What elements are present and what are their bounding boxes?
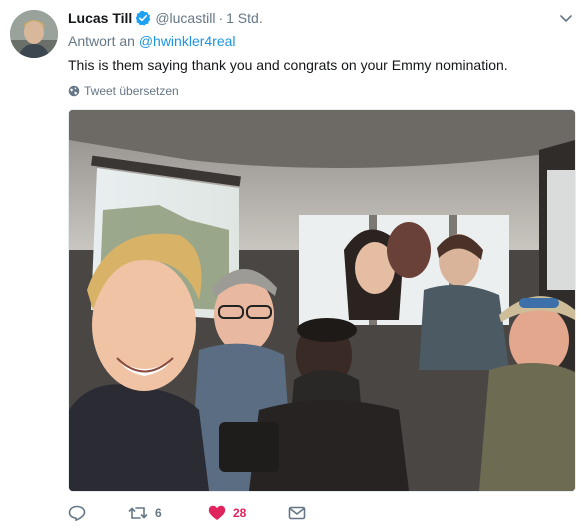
like-button[interactable]: 28: [208, 505, 288, 521]
reply-context: Antwort an @hwinkler4real: [68, 33, 236, 49]
verified-badge-icon: [135, 10, 151, 26]
like-count: 28: [233, 506, 247, 520]
direct-message-button[interactable]: [288, 505, 306, 521]
heart-icon: [208, 505, 226, 520]
reply-mention-link[interactable]: @hwinkler4real: [139, 33, 236, 49]
author-name[interactable]: Lucas Till: [68, 10, 132, 26]
translate-tweet-link[interactable]: Tweet übersetzen: [68, 84, 179, 98]
reply-icon: [68, 505, 86, 521]
author-handle[interactable]: @lucastill: [155, 10, 215, 26]
separator-dot: ·: [218, 10, 224, 26]
tweet-header: Lucas Till @lucastill · 1 Std.: [68, 8, 263, 28]
tweet-text: This is them saying thank you and congra…: [68, 57, 508, 73]
avatar[interactable]: [10, 10, 58, 58]
reply-prefix: Antwort an: [68, 33, 135, 49]
tweet-card[interactable]: Lucas Till @lucastill · 1 Std. Antwort a…: [0, 0, 584, 528]
envelope-icon: [288, 506, 306, 520]
tweet-photo[interactable]: [68, 109, 576, 492]
translate-label: Tweet übersetzen: [84, 84, 179, 98]
retweet-icon: [128, 507, 148, 519]
tweet-timestamp[interactable]: 1 Std.: [226, 10, 263, 26]
retweet-button[interactable]: 6: [128, 505, 208, 521]
chevron-down-icon[interactable]: [558, 10, 574, 26]
tweet-actions: 6 28: [68, 503, 306, 523]
globe-icon: [68, 85, 80, 97]
reply-button[interactable]: [68, 505, 128, 521]
retweet-count: 6: [155, 506, 162, 520]
